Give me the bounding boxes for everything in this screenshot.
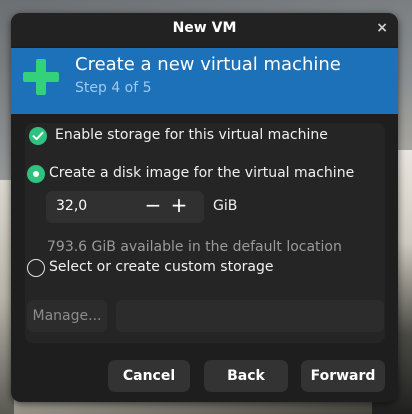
forward-button[interactable]: Forward (301, 360, 385, 392)
disk-size-spinbutton[interactable]: 32,0 − + (46, 191, 204, 223)
new-vm-dialog: New VM × Create a new virtual machine St… (11, 13, 398, 402)
disk-size-unit: GiB (213, 198, 238, 214)
enable-storage-label[interactable]: Enable storage for this virtual machine (55, 127, 328, 143)
manage-button[interactable]: Manage... (27, 300, 107, 332)
custom-storage-path-field[interactable] (116, 300, 384, 332)
cancel-button[interactable]: Cancel (108, 360, 190, 392)
disk-size-value[interactable]: 32,0 (56, 198, 87, 214)
enable-storage-checkbox[interactable] (29, 127, 47, 145)
checkmark-icon (32, 131, 44, 141)
wizard-heading: Create a new virtual machine (75, 54, 341, 75)
increment-plus-icon[interactable]: + (168, 193, 190, 217)
back-button[interactable]: Back (204, 360, 288, 392)
custom-storage-radio[interactable] (27, 259, 45, 277)
create-disk-label[interactable]: Create a disk image for the virtual mach… (49, 165, 354, 181)
wizard-banner: Create a new virtual machine Step 4 of 5 (11, 48, 398, 114)
minus-icon[interactable]: − (142, 193, 164, 217)
custom-storage-label[interactable]: Select or create custom storage (49, 259, 274, 275)
create-disk-radio[interactable] (27, 165, 45, 183)
available-space-text: 793.6 GiB available in the default locat… (47, 239, 342, 255)
close-icon[interactable]: × (376, 20, 388, 36)
plus-icon (23, 59, 59, 95)
title-bar: New VM × (11, 13, 398, 46)
window-title: New VM (172, 20, 237, 36)
wizard-step: Step 4 of 5 (75, 80, 152, 96)
